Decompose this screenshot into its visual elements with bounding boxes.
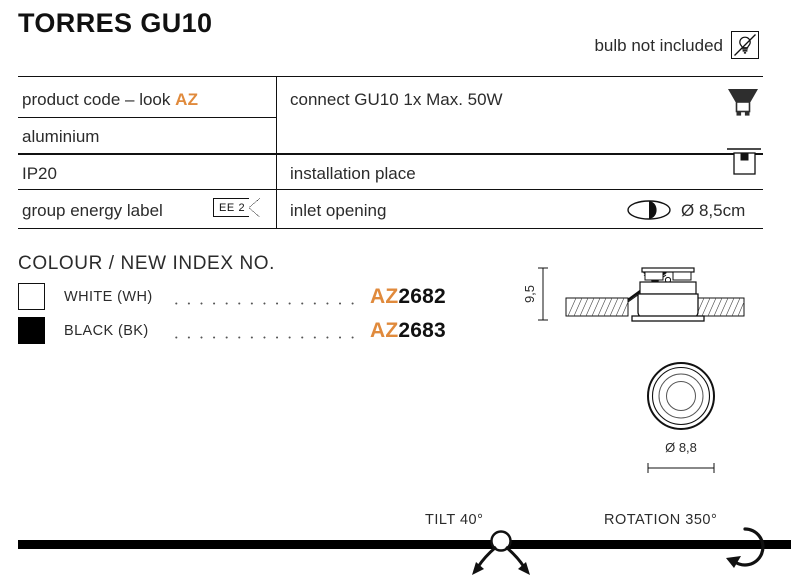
table-cell-product-code: product code – look AZ: [22, 91, 198, 108]
inlet-opening-value: Ø 8,5cm: [681, 201, 746, 220]
colour-swatch-black: [18, 317, 45, 344]
energy-label-badge-arrow: [249, 198, 261, 217]
table-rule-2: [18, 153, 763, 155]
table-cell-connect: connect GU10 1x Max. 50W: [290, 90, 503, 109]
table-cell-inlet-opening: inlet opening: [290, 201, 387, 220]
product-index-number-white: 2682: [398, 285, 446, 308]
recessed-ceiling-icon: [727, 146, 761, 185]
product-code-accent: AZ: [175, 90, 199, 109]
table-rule-top: [18, 76, 763, 78]
product-index-prefix-white: AZ: [370, 285, 399, 308]
inlet-opening-icon: [626, 199, 672, 226]
product-index-black: AZ2683: [370, 319, 446, 343]
table-rule-1: [18, 117, 276, 119]
energy-label-badge-text: EE 2: [213, 198, 250, 217]
table-cell-energy-label: group energy label: [22, 201, 163, 220]
side-view-height-dim: 9,5: [522, 285, 537, 303]
energy-label-badge: EE 2: [213, 198, 261, 217]
rotation-label: ROTATION 350°: [604, 512, 718, 528]
product-index-white: AZ2682: [370, 285, 446, 309]
page-title: TORRES GU10: [18, 8, 213, 38]
table-rule-3: [18, 189, 763, 191]
table-column-divider: [276, 76, 278, 229]
leader-dots-white: [170, 302, 360, 305]
colour-name-black: BLACK (BK): [64, 323, 149, 339]
recessed-spotlight-front-view: Ø 8,8: [628, 358, 748, 485]
bottom-rail: [18, 540, 791, 549]
product-index-prefix-black: AZ: [370, 319, 399, 342]
bulb-not-included-label: bulb not included: [594, 36, 723, 55]
table-cell-ip-rating: IP20: [22, 164, 57, 183]
colour-name-white: WHITE (WH): [64, 289, 153, 305]
rotation-icon: [722, 524, 768, 575]
colour-swatch-white: [18, 283, 45, 310]
table-cell-installation-place: installation place: [290, 164, 416, 183]
recessed-spotlight-side-view: 9,5: [516, 258, 766, 348]
leader-dots-black: [170, 336, 360, 339]
bulb-not-included-icon: [731, 31, 759, 59]
table-rule-bottom: [18, 228, 763, 230]
front-view-diameter-dim: Ø 8,8: [665, 440, 697, 455]
gu10-lamp-icon: [723, 82, 763, 127]
product-spec-sheet: TORRES GU10 bulb not included product co…: [0, 0, 791, 581]
product-index-number-black: 2683: [398, 319, 446, 342]
colour-section-heading: COLOUR / NEW INDEX NO.: [18, 253, 276, 274]
table-cell-material: aluminium: [22, 127, 100, 146]
tilt-icon: [463, 525, 539, 581]
product-code-label: product code – look: [22, 90, 176, 109]
